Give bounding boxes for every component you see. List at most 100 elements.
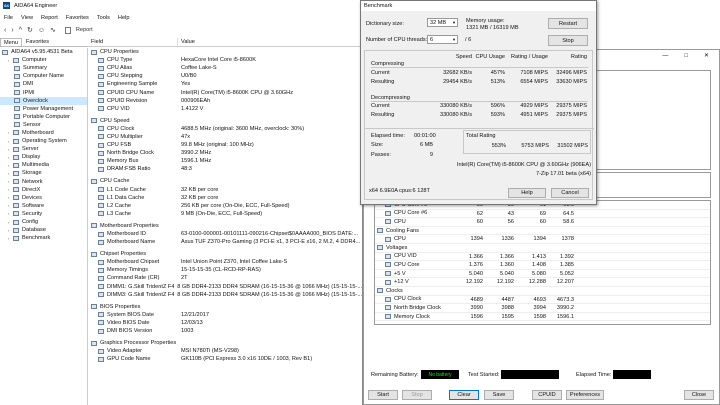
sensor-row[interactable]: Memory Clock 1596 1595 1598 1596.1 — [375, 313, 710, 322]
cancel-button[interactable]: Cancel — [551, 188, 589, 198]
table-row[interactable]: CPU Clock 4688.5 MHz (original: 3600 MHz,… — [88, 125, 362, 133]
tree-item[interactable]: › Storage — [0, 169, 87, 177]
table-row[interactable]: Video Adapter MSI N780Ti (MS-V298) — [88, 347, 362, 355]
clear-button[interactable]: Clear — [449, 390, 479, 400]
forward-icon[interactable]: › — [11, 27, 13, 34]
tree-item[interactable]: › Motherboard — [0, 129, 87, 137]
menu-report[interactable]: Report — [41, 15, 58, 21]
table-row[interactable]: CPU VID 1.4122 V — [88, 105, 362, 113]
preferences-button[interactable]: Preferences — [566, 390, 604, 400]
table-row[interactable]: CPU Type HexaCore Intel Core i5-8600K — [88, 56, 362, 64]
tree-item[interactable]: Portable Computer — [0, 113, 87, 121]
table-row[interactable]: CPU Stepping U0/B0 — [88, 72, 362, 80]
menu-file[interactable]: File — [4, 15, 13, 21]
column-value[interactable]: Value — [178, 39, 195, 45]
table-row[interactable]: Engineering Sample Yes — [88, 80, 362, 88]
save-button[interactable]: Save — [484, 390, 514, 400]
restart-button[interactable]: Restart — [548, 18, 588, 29]
table-row[interactable]: Video BIOS Date 12/03/13 — [88, 319, 362, 327]
tree-item[interactable]: Computer Name — [0, 72, 87, 80]
tree-item[interactable]: › Multimedia — [0, 161, 87, 169]
menu-help[interactable]: Help — [118, 15, 130, 21]
tree-item[interactable]: › Network — [0, 178, 87, 186]
table-row[interactable]: L1 Data Cache 32 KB per core — [88, 194, 362, 202]
tab-menu[interactable]: Menu — [0, 38, 22, 46]
report-button[interactable]: Report — [76, 27, 93, 33]
menu-tools[interactable]: Tools — [97, 15, 110, 21]
sensor-row[interactable]: CPU 60 56 60 58.6 — [375, 218, 710, 227]
close-icon[interactable]: ✕ — [704, 52, 709, 59]
tree-item[interactable]: › Software — [0, 202, 87, 210]
table-row[interactable]: CPU FSB 99.8 MHz (original: 100 MHz) — [88, 141, 362, 149]
section-header[interactable]: CPU Cache — [88, 177, 362, 185]
sensor-group[interactable]: Cooling Fans — [375, 227, 710, 236]
tree-item[interactable]: › Database — [0, 226, 87, 234]
start-button[interactable]: Start — [368, 390, 398, 400]
section-header[interactable]: Motherboard Properties — [88, 222, 362, 230]
close-button[interactable]: Close — [684, 390, 714, 400]
table-row[interactable]: Motherboard Name Asus TUF Z370-Pro Gaming… — [88, 238, 362, 246]
stop-button[interactable]: Stop — [548, 35, 588, 46]
threads-select[interactable]: 6 ▼ — [427, 35, 458, 44]
table-row[interactable]: DIMM3: G.Skill TridentZ F4-3...8 GB DDR4… — [88, 291, 362, 299]
sensor-row[interactable]: +12 V 12.192 12.192 12.288 12.207 — [375, 278, 710, 287]
maximize-icon[interactable]: □ — [684, 53, 688, 59]
sensor-group[interactable]: Clocks — [375, 287, 710, 296]
table-row[interactable]: North Bridge Clock 3990.2 MHz — [88, 149, 362, 157]
menu-favorites[interactable]: Favorites — [66, 15, 89, 21]
stop-button[interactable]: Stop — [402, 390, 432, 400]
minimize-icon[interactable]: — — [662, 53, 668, 59]
table-row[interactable]: Memory Timings 15-15-15-35 (CL-RCD-RP-RAS… — [88, 266, 362, 274]
table-row[interactable]: Memory Bus 1596.1 MHz — [88, 157, 362, 165]
tree-item[interactable]: IPMI — [0, 88, 87, 96]
table-row[interactable]: CPUID Revision 000906EAh — [88, 97, 362, 105]
tab-favorites[interactable]: Favorites — [22, 38, 53, 46]
sensor-row[interactable]: CPU Core #6 62 43 69 64.5 — [375, 210, 710, 219]
sensor-group[interactable]: Voltages — [375, 244, 710, 253]
table-row[interactable]: CPUID CPU Name Intel(R) Core(TM) i5-8600K… — [88, 88, 362, 96]
refresh-icon[interactable]: ↻ — [27, 26, 33, 34]
sensor-row[interactable]: CPU 1394 1336 1394 1378 — [375, 235, 710, 244]
tree-item[interactable]: DMI — [0, 80, 87, 88]
tree-item[interactable]: › Computer — [0, 56, 87, 64]
table-row[interactable]: DRAM:FSB Ratio 48:3 — [88, 165, 362, 173]
menu-view[interactable]: View — [21, 15, 33, 21]
help-button[interactable]: Help — [508, 188, 546, 198]
table-row[interactable]: Motherboard Chipset Intel Union Point Z37… — [88, 258, 362, 266]
user-icon[interactable]: ☺ — [38, 27, 45, 34]
section-header[interactable]: Chipset Properties — [88, 250, 362, 258]
table-row[interactable]: DMI BIOS Version 1003 — [88, 327, 362, 335]
back-icon[interactable]: ‹ — [4, 27, 6, 34]
tree-item[interactable]: Overclock — [0, 96, 87, 105]
section-header[interactable]: CPU Speed — [88, 117, 362, 125]
table-row[interactable]: Motherboard ID 63-0100-000001-00101111-09… — [88, 230, 362, 238]
section-header[interactable]: BIOS Properties — [88, 303, 362, 311]
tree-item[interactable]: › Server — [0, 145, 87, 153]
chart-icon[interactable]: ∿ — [50, 26, 56, 34]
section-header[interactable]: Graphics Processor Properties — [88, 339, 362, 347]
section-header[interactable]: CPU Properties — [88, 48, 362, 56]
tree-item[interactable]: › Display — [0, 153, 87, 161]
table-row[interactable]: System BIOS Date 12/21/2017 — [88, 311, 362, 319]
tree-item[interactable]: › Benchmark — [0, 234, 87, 242]
tree-item[interactable]: › Devices — [0, 194, 87, 202]
tree-item[interactable]: › Operating System — [0, 137, 87, 145]
tree-item[interactable]: Power Management — [0, 105, 87, 113]
sensor-row[interactable]: CPU Core 1.376 1.360 1.408 1.385 — [375, 261, 710, 270]
table-row[interactable]: L2 Cache 256 KB per core (On-Die, ECC, Fu… — [88, 202, 362, 210]
table-row[interactable]: GPU Code Name GK110B (PCI Express 3.0 x16… — [88, 355, 362, 363]
table-row[interactable]: DIMM1: G.Skill TridentZ F4-3...8 GB DDR4… — [88, 283, 362, 291]
column-field[interactable]: Field — [88, 38, 178, 46]
tree-item[interactable]: › DirectX — [0, 186, 87, 194]
sensor-row[interactable]: North Bridge Clock 3990 3988 3994 3990.2 — [375, 304, 710, 313]
table-row[interactable]: Command Rate (CR) 2T — [88, 274, 362, 282]
report-icon[interactable] — [64, 26, 71, 34]
sensor-row[interactable]: CPU VID 1.366 1.366 1.413 1.392 — [375, 253, 710, 262]
tree-item[interactable]: Summary — [0, 64, 87, 72]
sensor-row[interactable]: CPU Clock 4689 4487 4693 4673.3 — [375, 296, 710, 305]
tree-item[interactable]: AIDA64 v5.95.4531 Beta — [0, 48, 87, 56]
table-row[interactable]: L1 Code Cache 32 KB per core — [88, 186, 362, 194]
up-icon[interactable]: ^ — [19, 27, 22, 34]
table-row[interactable]: CPU Multiplier 47x — [88, 133, 362, 141]
sensor-row[interactable]: +5 V 5.040 5.040 5.080 5.052 — [375, 270, 710, 279]
